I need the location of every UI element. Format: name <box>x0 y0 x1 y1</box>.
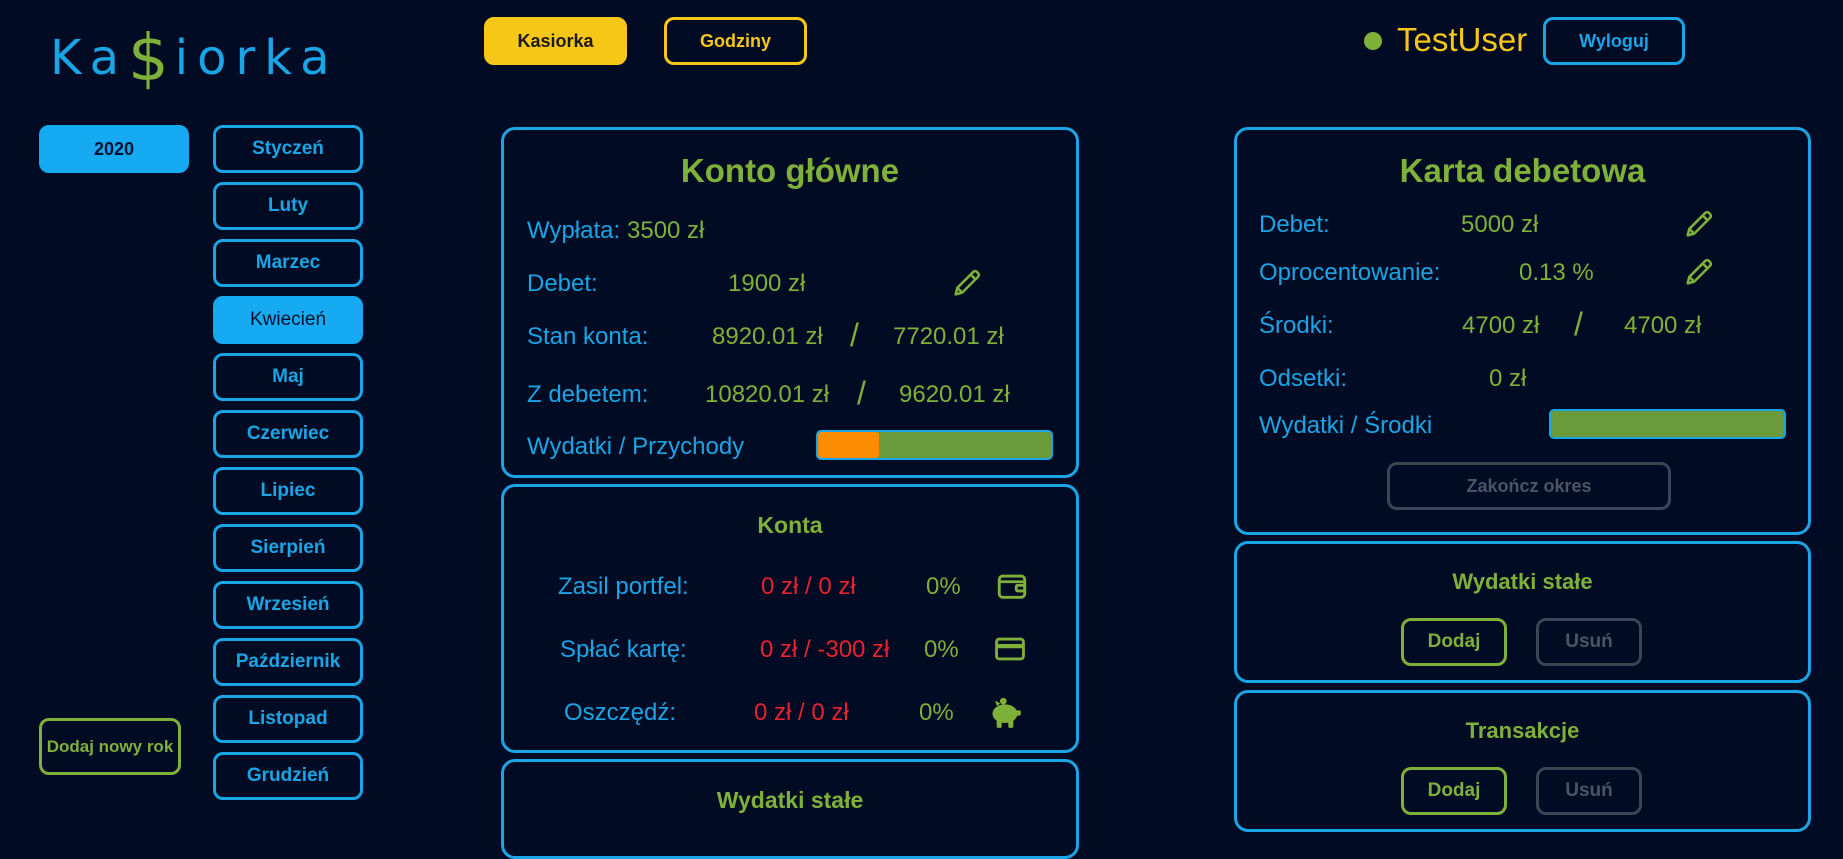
accrued-interest-value: 0 zł <box>1489 365 1527 392</box>
debit-value: 1900 zł <box>728 270 806 297</box>
interest-rate-label: Oprocentowanie: <box>1259 259 1441 286</box>
month-button-czerwiec[interactable]: Czerwiec <box>213 410 363 458</box>
with-debit-separator: / <box>857 375 866 411</box>
add-transaction-button[interactable]: Dodaj <box>1401 767 1507 815</box>
month-button-marzec[interactable]: Marzec <box>213 239 363 287</box>
fixed-expenses-panel <box>1234 541 1811 683</box>
logo-text-right: iorka <box>174 30 339 86</box>
expenses-income-progress-fill <box>818 432 879 458</box>
funds-separator: / <box>1574 306 1583 342</box>
year-button-2020[interactable]: 2020 <box>39 125 189 173</box>
salary-label: Wypłata: <box>527 217 621 244</box>
debit-label: Debet: <box>527 270 598 297</box>
expenses-funds-label: Wydatki / Środki <box>1259 412 1433 439</box>
transactions-title: Transakcje <box>1465 718 1580 743</box>
accounts-row-label: Oszczędź: <box>564 699 677 726</box>
fixed-expenses-title: Wydatki stałe <box>1452 569 1593 594</box>
add-year-button[interactable]: Dodaj nowy rok <box>39 718 181 775</box>
edit-card-debit-pencil-icon[interactable] <box>1682 207 1716 241</box>
online-status-dot <box>1364 32 1382 50</box>
month-button-sierpien[interactable]: Sierpień <box>213 524 363 572</box>
username: TestUser <box>1397 21 1528 58</box>
accounts-row-percent: 0% <box>924 636 959 663</box>
month-button-wrzesien[interactable]: Wrzesień <box>213 581 363 629</box>
card-debit-value: 5000 zł <box>1461 211 1539 238</box>
accounts-title: Konta <box>757 512 823 538</box>
main-account-title: Konto główne <box>680 152 900 189</box>
month-button-lipiec[interactable]: Lipiec <box>213 467 363 515</box>
accounts-row-amount: 0 zł / -300 zł <box>760 636 890 663</box>
wallet-icon[interactable] <box>995 569 1029 603</box>
edit-debit-pencil-icon[interactable] <box>950 266 984 300</box>
accounts-row-amount: 0 zł / 0 zł <box>754 699 849 726</box>
month-button-grudzien[interactable]: Grudzień <box>213 752 363 800</box>
expenses-funds-progress-bar <box>1549 409 1786 439</box>
remove-transaction-button[interactable]: Usuń <box>1536 767 1642 815</box>
expenses-income-progress-bar <box>816 430 1053 460</box>
logout-button[interactable]: Wyloguj <box>1543 17 1685 65</box>
month-button-styczen[interactable]: Styczeń <box>213 125 363 173</box>
card-debit-label: Debet: <box>1259 211 1330 238</box>
expenses-income-label: Wydatki / Przychody <box>527 433 745 460</box>
with-debit-value: 10820.01 zł <box>705 381 830 408</box>
funds-value-secondary: 4700 zł <box>1624 312 1702 339</box>
month-button-listopad[interactable]: Listopad <box>213 695 363 743</box>
with-debit-label: Z debetem: <box>527 381 649 408</box>
with-debit-value-secondary: 9620.01 zł <box>899 381 1010 408</box>
tab-godziny[interactable]: Godziny <box>664 17 807 65</box>
salary-value: 3500 zł <box>627 217 705 244</box>
month-button-maj[interactable]: Maj <box>213 353 363 401</box>
accounts-row-label: Spłać kartę: <box>560 636 687 663</box>
add-fixed-expense-button[interactable]: Dodaj <box>1401 618 1507 666</box>
funds-value: 4700 zł <box>1462 312 1540 339</box>
app-logo: Ka$iorka <box>50 22 339 96</box>
piggy-bank-icon[interactable] <box>985 692 1025 732</box>
accounts-row-percent: 0% <box>919 699 954 726</box>
balance-separator: / <box>850 317 859 353</box>
accrued-interest-label: Odsetki: <box>1259 365 1348 392</box>
month-button-luty[interactable]: Luty <box>213 182 363 230</box>
tab-kasiorka[interactable]: Kasiorka <box>484 17 627 65</box>
accounts-row-percent: 0% <box>926 573 961 600</box>
transactions-panel <box>1234 690 1811 832</box>
credit-card-icon[interactable] <box>993 632 1027 666</box>
accounts-row-amount: 0 zł / 0 zł <box>761 573 856 600</box>
dollar-icon: $ <box>128 22 175 96</box>
logo-text-left: Ka <box>50 30 129 86</box>
accounts-row-label: Zasil portfel: <box>558 573 689 600</box>
funds-label: Środki: <box>1259 312 1334 339</box>
remove-fixed-expense-button[interactable]: Usuń <box>1536 618 1642 666</box>
debit-card-title: Karta debetowa <box>1399 152 1646 189</box>
close-period-button[interactable]: Zakończ okres <box>1387 462 1671 510</box>
fixed-expenses-main-title: Wydatki stałe <box>716 787 864 813</box>
edit-interest-pencil-icon[interactable] <box>1682 255 1716 289</box>
month-button-kwiecien[interactable]: Kwiecień <box>213 296 363 344</box>
balance-value-secondary: 7720.01 zł <box>893 323 1004 350</box>
balance-value: 8920.01 zł <box>712 323 823 350</box>
interest-rate-value: 0.13 % <box>1519 259 1594 286</box>
month-button-pazdziernik[interactable]: Październik <box>213 638 363 686</box>
balance-label: Stan konta: <box>527 323 649 350</box>
